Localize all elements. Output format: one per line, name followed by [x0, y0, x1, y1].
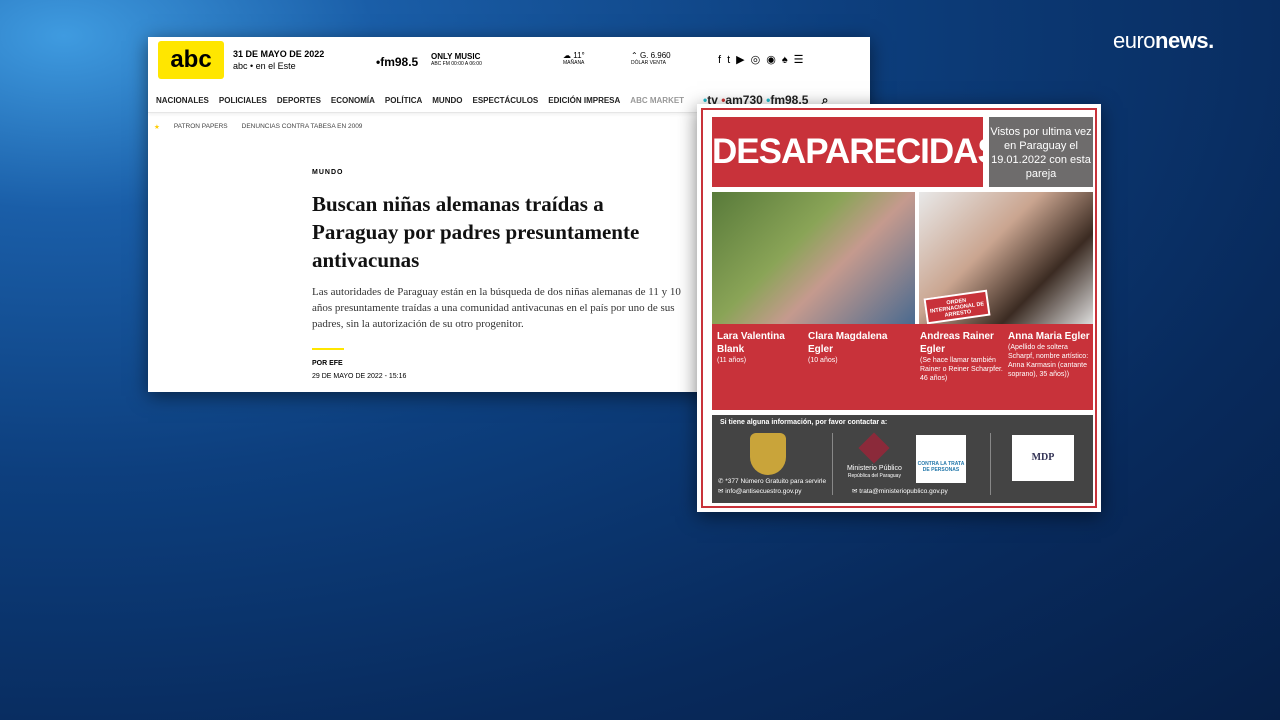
nav-edicion-impresa[interactable]: EDICIÓN IMPRESA [548, 96, 620, 105]
radio-fm-link[interactable]: •fm98.5 [376, 55, 418, 69]
weather-widget: ☁ 11° MAÑANA [563, 51, 585, 66]
police-badge-logo [750, 433, 786, 475]
nav-espectaculos[interactable]: ESPECTÁCULOS [472, 96, 538, 105]
social-links: ft▶◎◉♠☰ [718, 53, 810, 66]
person-2: Clara Magdalena Egler (10 años) [808, 331, 888, 364]
nav-mundo[interactable]: MUNDO [432, 96, 462, 105]
euronews-logo: euronews. [1113, 28, 1214, 53]
poster-headline: DESAPARECIDAS [712, 117, 1001, 187]
trend-icon: ⌃ [631, 51, 640, 60]
dollar-widget: ⌃ G. 6.960 DÓLAR VENTA [631, 51, 671, 66]
trata-logo: CONTRA LA TRATA DE PERSONAS [916, 435, 966, 483]
star-icon: ★ [154, 124, 160, 131]
user-icon[interactable]: ◉ [766, 54, 782, 66]
divider [312, 348, 344, 350]
nav-politica[interactable]: POLÍTICA [385, 96, 422, 105]
missing-persons-poster: DESAPARECIDAS Vistos por ultima vez en P… [697, 104, 1101, 512]
contact-panel: Si tiene alguna información, por favor c… [712, 415, 1093, 503]
cloud-rain-icon: ☁ [563, 51, 574, 60]
article-title: Buscan niñas alemanas traídas a Paraguay… [312, 192, 640, 272]
names-panel: Lara Valentina Blank (11 años) Clara Magd… [712, 324, 1093, 410]
person-1: Lara Valentina Blank (11 años) [717, 331, 785, 364]
site-header: abc 31 DE MAYO DE 2022 abc • en el Este … [148, 37, 870, 89]
girls-photo [712, 192, 915, 324]
abc-en-el-este-link[interactable]: abc • en el Este [233, 61, 296, 71]
byline: POR EFE [312, 360, 343, 367]
contact-2: ✉ trata@ministeriopublico.gov.py [852, 488, 948, 495]
nav-nacionales[interactable]: NACIONALES [156, 96, 209, 105]
article-section[interactable]: MUNDO [312, 169, 692, 176]
youtube-icon[interactable]: ▶ [736, 54, 750, 66]
radio-show: ONLY MUSIC ABC FM 00:00 A 06:00 [431, 52, 482, 67]
mdp-logo: MDP [1012, 435, 1074, 481]
abc-logo[interactable]: abc [158, 41, 224, 79]
person-4: Anna Maria Egler (Apellido de soltera Sch… [1008, 331, 1090, 378]
bell-icon[interactable]: ♠ [782, 54, 794, 66]
ministry-logo: Ministerio Público República del Paraguay [847, 432, 902, 479]
article: MUNDO Buscan niñas alemanas traídas a Pa… [312, 169, 692, 380]
person-3: Andreas Rainer Egler (Se hace llamar tamb… [920, 331, 1003, 382]
header-date: 31 DE MAYO DE 2022 [233, 49, 325, 59]
instagram-icon[interactable]: ◎ [751, 54, 767, 66]
article-lede: Las autoridades de Paraguay están en la … [312, 286, 681, 330]
publish-date: 29 DE MAYO DE 2022 - 15:16 [312, 373, 407, 380]
menu-icon[interactable]: ☰ [794, 54, 810, 66]
contact-1: ✆ *377 Número Gratuito para servirle ✉ in… [718, 478, 827, 495]
trending-link[interactable]: DENUNCIAS CONTRA TABESA EN 2009 [242, 123, 363, 131]
facebook-icon[interactable]: f [718, 54, 727, 66]
nav-economia[interactable]: ECONOMÍA [331, 96, 375, 105]
twitter-icon[interactable]: t [727, 54, 736, 66]
nav-policiales[interactable]: POLICIALES [219, 96, 267, 105]
nav-deportes[interactable]: DEPORTES [277, 96, 321, 105]
nav-abc-market[interactable]: ABC MARKET [630, 96, 684, 105]
last-seen-note: Vistos por ultima vez en Paraguay el 19.… [989, 117, 1093, 187]
contact-intro: Si tiene alguna información, por favor c… [720, 419, 888, 426]
trending-link[interactable]: PATRON PAPERS [174, 123, 228, 131]
